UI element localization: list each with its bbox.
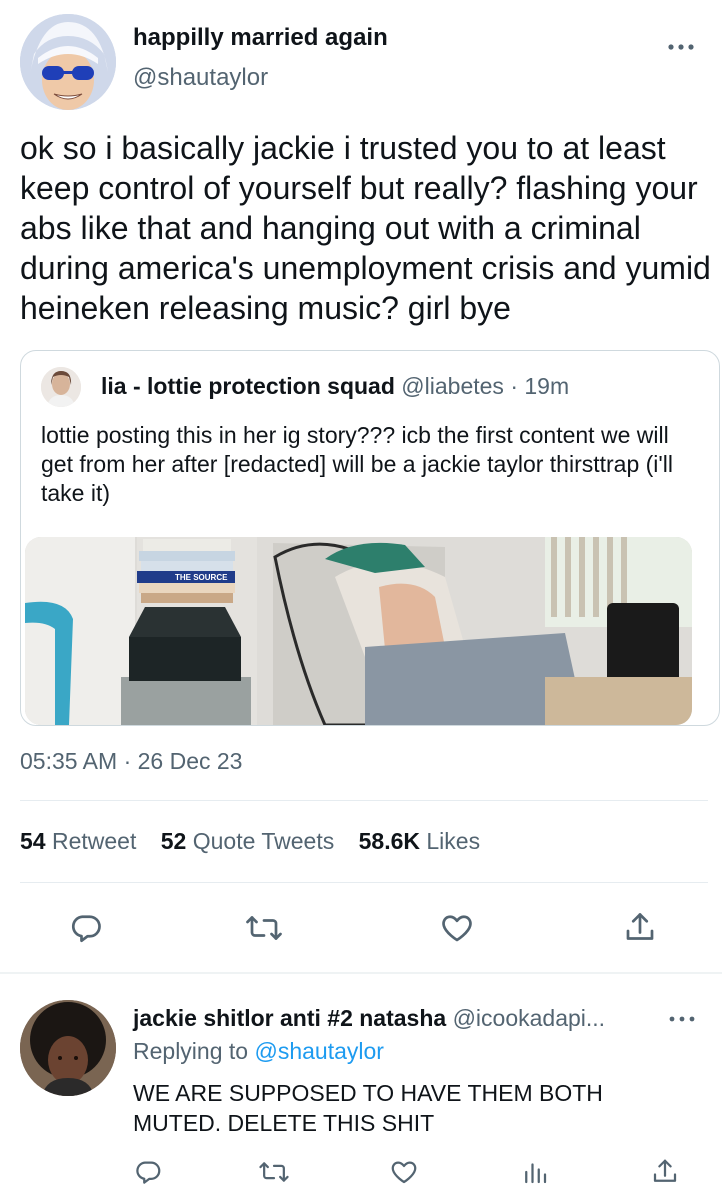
author-name[interactable]: happilly married again: [133, 24, 388, 52]
retweets-label: Retweet: [51, 828, 137, 854]
quote-author-handle[interactable]: @liabetes: [401, 373, 504, 399]
reply-like-icon[interactable]: [388, 1157, 420, 1187]
reply-reply-icon[interactable]: [133, 1157, 163, 1187]
replying-to-label: Replying to: [133, 1038, 249, 1064]
divider-top: [20, 800, 708, 801]
tweet-timestamp[interactable]: 05:35 AM · 26 Dec 23: [20, 748, 242, 775]
retweets-count: 54: [20, 828, 46, 854]
reply-author-handle[interactable]: @icookadapi...: [453, 1005, 606, 1031]
quotes-count: 52: [160, 828, 187, 854]
quotes-stat[interactable]: 52 Quote Tweets: [161, 828, 341, 854]
thread-separator: [0, 972, 722, 974]
retweet-icon[interactable]: [244, 910, 284, 946]
reply-author-name[interactable]: jackie shitlor anti #2 natasha: [133, 1005, 446, 1031]
quote-author-avatar: [41, 367, 81, 407]
quotes-label: Quote Tweets: [192, 828, 335, 854]
quote-header: lia - lottie protection squad @liabetes …: [101, 373, 569, 400]
quote-text: lottie posting this in her ig story??? i…: [41, 422, 674, 506]
author-avatar[interactable]: [20, 14, 116, 110]
replying-to: Replying to @shautaylor: [133, 1038, 384, 1065]
reply-more-icon[interactable]: [668, 1013, 696, 1025]
more-icon[interactable]: [666, 40, 696, 54]
quote-author-name[interactable]: lia - lottie protection squad: [101, 373, 395, 399]
quote-media-image[interactable]: THE SOURCE: [25, 537, 692, 725]
analytics-icon[interactable]: [520, 1157, 550, 1187]
likes-label: Likes: [426, 828, 481, 854]
author-handle[interactable]: @shautaylor: [133, 64, 268, 92]
likes-stat[interactable]: 58.6K Likes: [359, 828, 480, 854]
reply-share-icon[interactable]: [650, 1157, 680, 1187]
reply-icon[interactable]: [68, 910, 104, 946]
reply-header: jackie shitlor anti #2 natasha @icookada…: [133, 1005, 605, 1032]
reply-retweet-icon[interactable]: [258, 1157, 290, 1187]
like-icon[interactable]: [438, 910, 476, 946]
share-icon[interactable]: [622, 910, 658, 946]
replying-to-handle[interactable]: @shautaylor: [254, 1038, 383, 1064]
reply-author-avatar[interactable]: [20, 1000, 116, 1096]
reply-text: WE ARE SUPPOSED TO HAVE THEM BOTH MUTED.…: [133, 1080, 603, 1136]
divider-middle: [20, 882, 708, 883]
retweets-stat[interactable]: 54 Retweet: [20, 828, 143, 854]
quote-time: · 19m: [510, 373, 570, 399]
quoted-tweet-card[interactable]: lia - lottie protection squad @liabetes …: [20, 350, 720, 726]
likes-count: 58.6K: [358, 828, 420, 854]
book-spine-text: THE SOURCE: [175, 573, 228, 582]
tweet-text: ok so i basically jackie i trusted you t…: [20, 130, 711, 326]
stats-row: 54 Retweet 52 Quote Tweets 58.6K Likes: [20, 828, 480, 855]
